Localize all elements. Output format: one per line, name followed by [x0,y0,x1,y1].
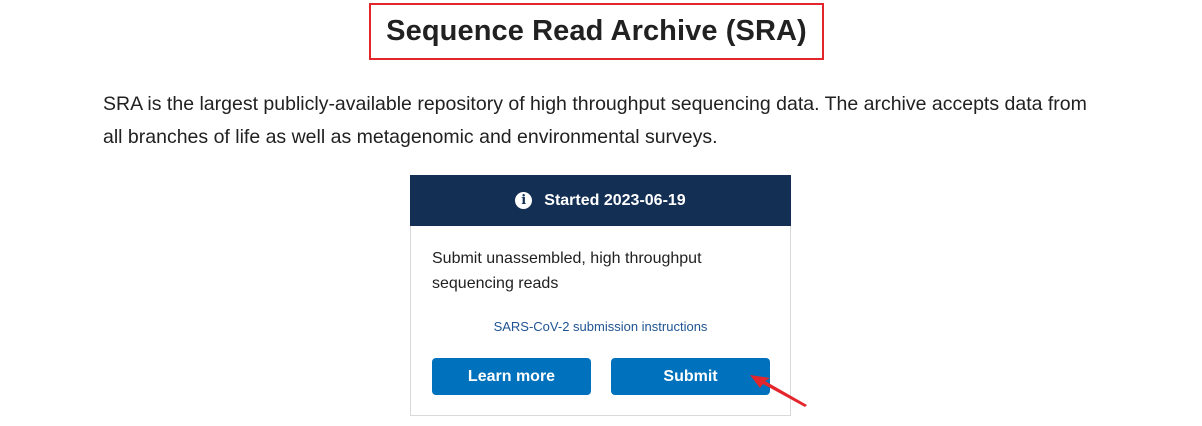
title-highlight-box: Sequence Read Archive (SRA) [369,3,824,60]
sars-cov-2-instructions-link[interactable]: SARS-CoV-2 submission instructions [411,319,790,334]
learn-more-button[interactable]: Learn more [432,358,591,395]
card-description: Submit unassembled, high throughput sequ… [432,250,702,292]
info-circle-icon: i [515,192,533,209]
page: Sequence Read Archive (SRA) SRA is the l… [0,0,1202,426]
submission-card: i Started 2023-06-19 Submit unassembled,… [410,175,791,416]
submit-button[interactable]: Submit [611,358,770,395]
red-arrow-annotation-icon [750,375,807,407]
intro-paragraph: SRA is the largest publicly-available re… [103,93,1087,148]
status-label: Started 2023-06-19 [544,191,686,209]
card-status-header: i Started 2023-06-19 [410,175,791,226]
page-title: Sequence Read Archive (SRA) [386,15,807,47]
